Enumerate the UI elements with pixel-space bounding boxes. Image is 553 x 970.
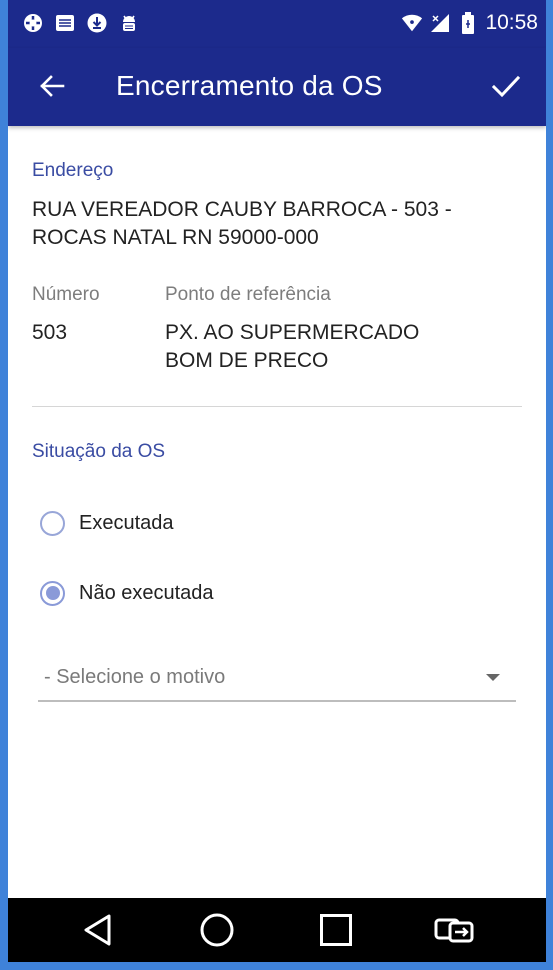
phone-screen: 10:58 Encerramento da OS Endereço RUA VE… bbox=[8, 0, 546, 962]
number-label: Número bbox=[32, 284, 100, 305]
reason-select-value: - Selecione o motivo bbox=[44, 666, 226, 688]
nav-home-button[interactable] bbox=[195, 910, 239, 950]
radio-unchecked-icon[interactable] bbox=[40, 510, 65, 536]
back-button[interactable] bbox=[36, 70, 68, 102]
radio-label-nao-executada: Não executada bbox=[79, 581, 214, 604]
home-circle-icon bbox=[200, 913, 234, 947]
status-time: 10:58 bbox=[485, 11, 538, 34]
location-crosshair-icon bbox=[22, 12, 44, 34]
list-icon bbox=[54, 12, 76, 34]
reason-select-underline bbox=[38, 700, 516, 702]
check-icon bbox=[491, 75, 521, 98]
download-icon bbox=[86, 12, 108, 34]
reason-select[interactable]: - Selecione o motivo bbox=[38, 654, 516, 702]
status-left-icons bbox=[22, 12, 140, 34]
radio-nao-executada[interactable]: Não executada bbox=[40, 575, 214, 611]
reference-line-2: BOM DE PRECO bbox=[165, 349, 329, 372]
page-title: Encerramento da OS bbox=[116, 70, 383, 101]
section-divider bbox=[32, 406, 522, 407]
address-label: Endereço bbox=[32, 160, 114, 181]
navigation-bar bbox=[8, 898, 546, 962]
emulator-frame-right bbox=[546, 0, 553, 970]
battery-icon bbox=[457, 12, 479, 34]
radio-label-executada: Executada bbox=[79, 511, 174, 534]
signal-icon bbox=[429, 12, 451, 34]
nav-recents-button[interactable] bbox=[314, 910, 358, 950]
reference-line-1: PX. AO SUPERMERCADO bbox=[165, 321, 420, 344]
wifi-icon bbox=[401, 12, 423, 34]
emulator-frame-bottom bbox=[0, 962, 553, 970]
radio-executada[interactable]: Executada bbox=[40, 505, 174, 541]
confirm-button[interactable] bbox=[488, 68, 524, 104]
app-bar: Encerramento da OS bbox=[8, 48, 546, 126]
reference-label: Ponto de referência bbox=[165, 284, 331, 305]
recents-square-icon bbox=[320, 914, 352, 946]
address-line-1: RUA VEREADOR CAUBY BARROCA - 503 - bbox=[32, 198, 452, 221]
address-line-2: ROCAS NATAL RN 59000-000 bbox=[32, 226, 319, 249]
dropdown-arrow-icon bbox=[486, 674, 500, 681]
number-value: 503 bbox=[32, 321, 68, 344]
android-debug-icon bbox=[118, 12, 140, 34]
radio-dot bbox=[45, 586, 60, 600]
status-bar: 10:58 bbox=[8, 0, 546, 48]
arrow-back-icon bbox=[40, 75, 65, 97]
radio-checked-icon[interactable] bbox=[40, 580, 65, 606]
situation-label: Situação da OS bbox=[32, 441, 166, 462]
nav-rotate-button[interactable] bbox=[432, 910, 476, 950]
emulator-frame-left bbox=[0, 0, 8, 970]
rotate-screen-icon bbox=[434, 918, 474, 943]
nav-back-button[interactable] bbox=[76, 910, 120, 950]
back-triangle-icon bbox=[84, 914, 111, 946]
status-right-icons: 10:58 bbox=[401, 11, 538, 35]
